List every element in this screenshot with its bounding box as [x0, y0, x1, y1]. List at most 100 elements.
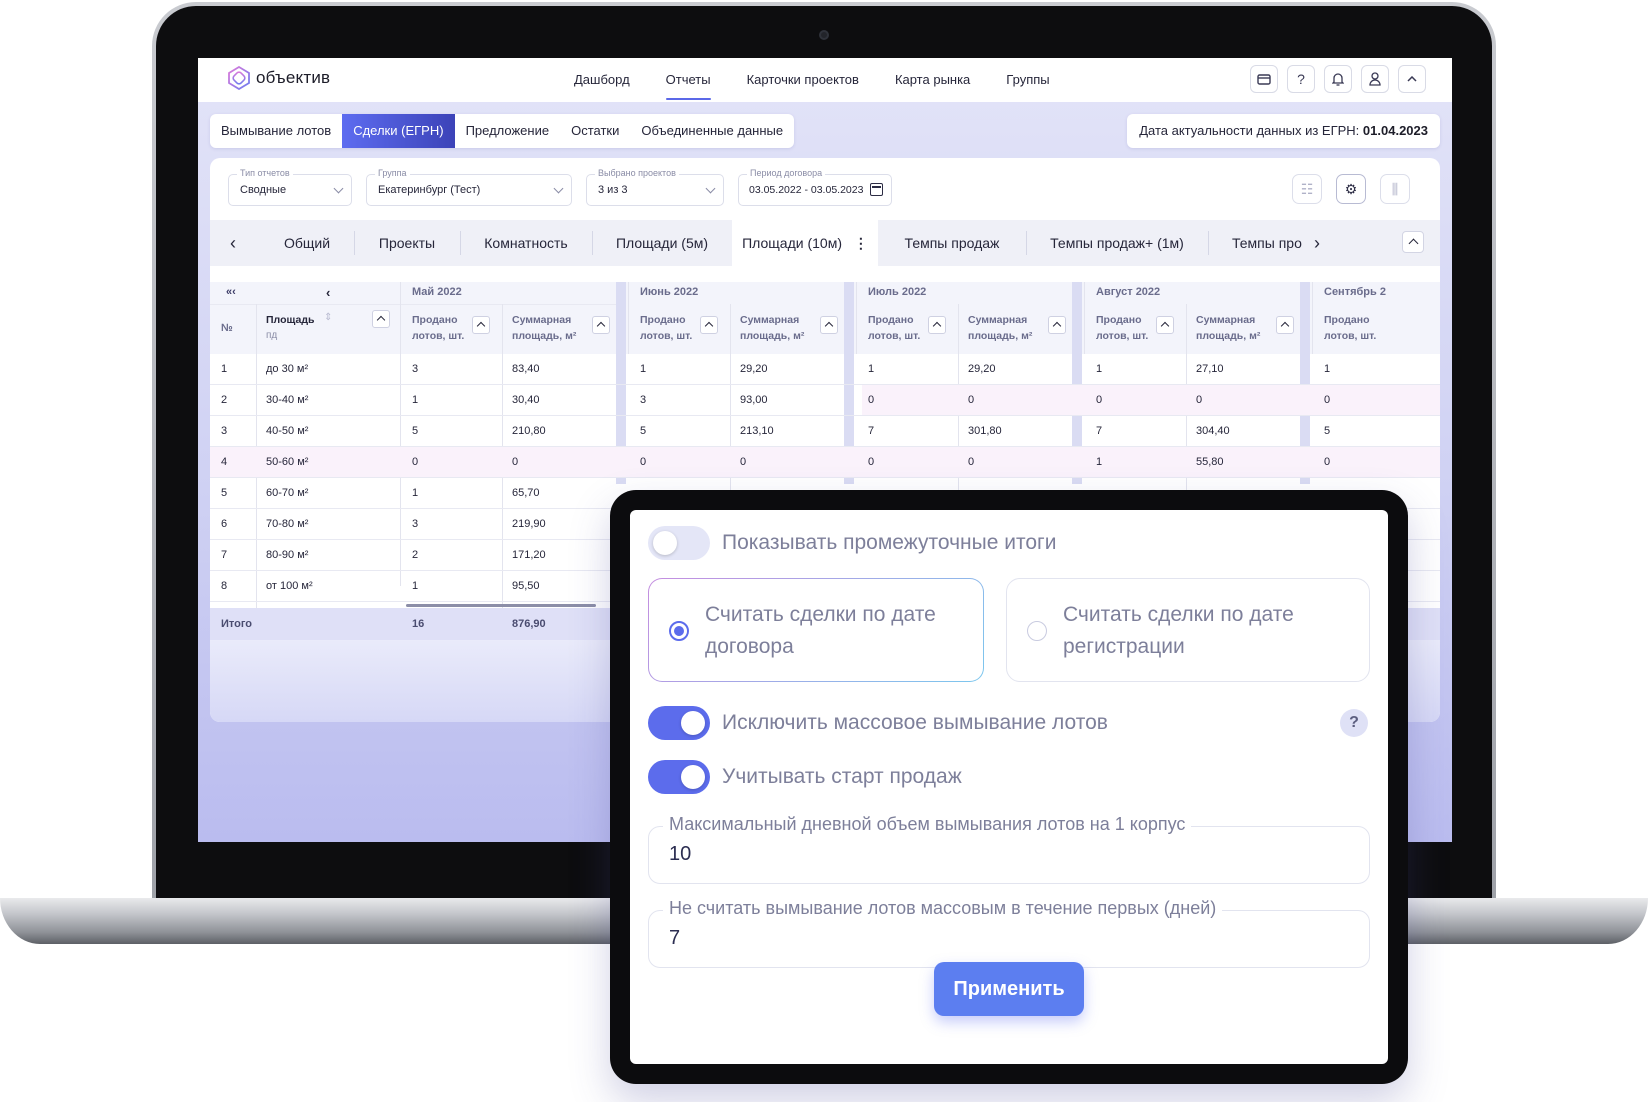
projects-value: 3 из 3 [598, 184, 628, 196]
sort-area-button[interactable] [1048, 316, 1066, 334]
cell-total-area: 0 [968, 456, 975, 468]
cell-sold: 0 [1324, 394, 1331, 406]
col-divider [856, 282, 857, 354]
nav-project-cards[interactable]: Карточки проектов [729, 58, 877, 102]
collapse-subtabs-button[interactable] [1402, 231, 1424, 253]
report-type-value: Сводные [240, 184, 287, 196]
cell-sold: 5 [412, 425, 419, 437]
cell-total-area: 65,70 [512, 487, 540, 499]
subtab-projects[interactable]: Проекты [354, 220, 460, 266]
sort-area-button[interactable] [820, 316, 838, 334]
count-by-contract-option[interactable]: Считать сделки по дате договора [648, 578, 984, 682]
sort-area-button[interactable] [592, 316, 610, 334]
chevron-up-icon[interactable] [1398, 65, 1426, 93]
column-visibility-icon[interactable]: ☷ [1292, 174, 1322, 204]
area-filter-button[interactable] [372, 310, 390, 328]
cell-sold: 3 [412, 518, 419, 530]
cell-sold: 1 [640, 363, 647, 375]
column-settings-icon[interactable]: ⫼ [1380, 174, 1410, 204]
cell-sold: 0 [868, 456, 875, 468]
radio-selected[interactable] [669, 621, 689, 641]
cell-total-area: 219,90 [512, 518, 546, 530]
col-header-sold: Продано лотов, шт. [640, 314, 693, 342]
subtabs-next-icon[interactable]: › [1314, 220, 1320, 266]
max-daily-washout-label: Максимальный дневной объем вымывания лот… [663, 814, 1192, 835]
subtab-sales-pace-plus[interactable]: Темпы продаж+ (1м) [1026, 220, 1208, 266]
subtabs-prev-icon[interactable]: ‹ [230, 220, 236, 266]
max-daily-washout-value[interactable]: 10 [669, 843, 691, 866]
col-header-area-sub: пд [266, 330, 278, 341]
radio-unselected[interactable] [1027, 621, 1047, 641]
cell-total-area: 213,10 [740, 425, 774, 437]
cell-sold: 3 [640, 394, 647, 406]
totals-area: 876,90 [512, 618, 546, 630]
cell-total-area: 301,80 [968, 425, 1002, 437]
more-vertical-icon[interactable]: ⋮ [854, 235, 868, 251]
cell-total-area: 0 [512, 456, 519, 468]
top-bar: объектив Дашборд Отчеты Карточки проекто… [198, 58, 1452, 102]
tab-deals-egrn[interactable]: Сделки (ЕГРН) [342, 114, 455, 148]
cell-sold: 3 [412, 363, 419, 375]
report-type-select[interactable]: Тип отчетов Сводные [228, 168, 352, 206]
nav-dashboard[interactable]: Дашборд [556, 58, 648, 102]
exclude-mass-washout-toggle[interactable] [648, 706, 710, 740]
row-number: 1 [221, 363, 228, 375]
projects-select[interactable]: Выбрано проектов 3 из 3 [586, 168, 724, 206]
help-icon[interactable]: ? [1340, 709, 1368, 737]
tab-combined-data[interactable]: Объединенные данные [630, 114, 794, 148]
row-number: 2 [221, 394, 228, 406]
sort-sold-button[interactable] [928, 316, 946, 334]
sort-sold-button[interactable] [1156, 316, 1174, 334]
row-highlight [862, 385, 1440, 416]
col-header-sold: Продано лотов, шт. [412, 314, 465, 342]
tab-remains[interactable]: Остатки [560, 114, 630, 148]
row-area: 70-80 м² [266, 518, 309, 530]
count-by-registration-option[interactable]: Считать сделки по дате регистрации [1006, 578, 1370, 682]
sort-sold-button[interactable] [472, 316, 490, 334]
first-days-field[interactable]: Не считать вымывание лотов массовым в те… [648, 898, 1370, 968]
report-type-label: Тип отчетов [237, 168, 293, 178]
subtab-area-10m-label: Площади (10м) [742, 235, 842, 251]
subtab-area-10m[interactable]: Площади (10м) ⋮ [732, 220, 878, 266]
sort-icon[interactable]: ⇕ [324, 312, 332, 323]
calendar-icon[interactable] [870, 183, 883, 196]
subtab-general[interactable]: Общий [260, 220, 354, 266]
tab-lot-washout[interactable]: Вымывание лотов [210, 114, 342, 148]
row-number: 8 [221, 580, 228, 592]
sort-sold-button[interactable] [700, 316, 718, 334]
report-subtabs: ‹ Общий Проекты Комнатность Площади (5м)… [210, 220, 1440, 266]
row-highlight [862, 447, 1440, 478]
table-prev-page-icon[interactable]: ‹ [326, 285, 330, 300]
contract-period-picker[interactable]: Период договора 03.05.2022 - 03.05.2023 [738, 168, 892, 206]
nav-market-map[interactable]: Карта рынка [877, 58, 988, 102]
col-header-area[interactable]: Площадь [266, 312, 314, 328]
subtab-sales-pace-more[interactable]: Темпы про [1208, 220, 1314, 266]
subtab-area-5m[interactable]: Площади (5м) [592, 220, 732, 266]
subtab-sales-pace[interactable]: Темпы продаж [878, 220, 1026, 266]
nav-groups[interactable]: Группы [988, 58, 1067, 102]
group-select[interactable]: Группа Екатеринбург (Тест) [366, 168, 572, 206]
row-area: 50-60 м² [266, 456, 309, 468]
subtab-rooms[interactable]: Комнатность [460, 220, 592, 266]
first-days-value[interactable]: 7 [669, 927, 680, 950]
cell-sold: 5 [1324, 425, 1331, 437]
card-icon[interactable] [1250, 65, 1278, 93]
bell-icon[interactable] [1324, 65, 1352, 93]
horizontal-scrollbar[interactable] [406, 604, 596, 607]
max-daily-washout-field[interactable]: Максимальный дневной объем вымывания лот… [648, 814, 1370, 884]
egrn-date-badge: Дата актуальности данных из ЕГРН: 01.04.… [1127, 114, 1440, 148]
user-icon[interactable] [1361, 65, 1389, 93]
logo[interactable]: объектив [228, 66, 330, 90]
totals-label: Итого [221, 618, 253, 630]
show-subtotals-toggle[interactable] [648, 526, 710, 560]
sales-start-toggle[interactable] [648, 760, 710, 794]
apply-button[interactable]: Применить [934, 962, 1084, 1016]
settings-icon[interactable]: ⚙ [1336, 174, 1366, 204]
cell-sold: 1 [1324, 363, 1331, 375]
sort-area-button[interactable] [1276, 316, 1294, 334]
tab-offer[interactable]: Предложение [455, 114, 561, 148]
nav-reports[interactable]: Отчеты [648, 58, 729, 102]
help-icon[interactable]: ? [1287, 65, 1315, 93]
col-header-sold: Продано лотов, шт. [1324, 314, 1377, 342]
table-first-page-icon[interactable]: «‹ [226, 286, 236, 298]
